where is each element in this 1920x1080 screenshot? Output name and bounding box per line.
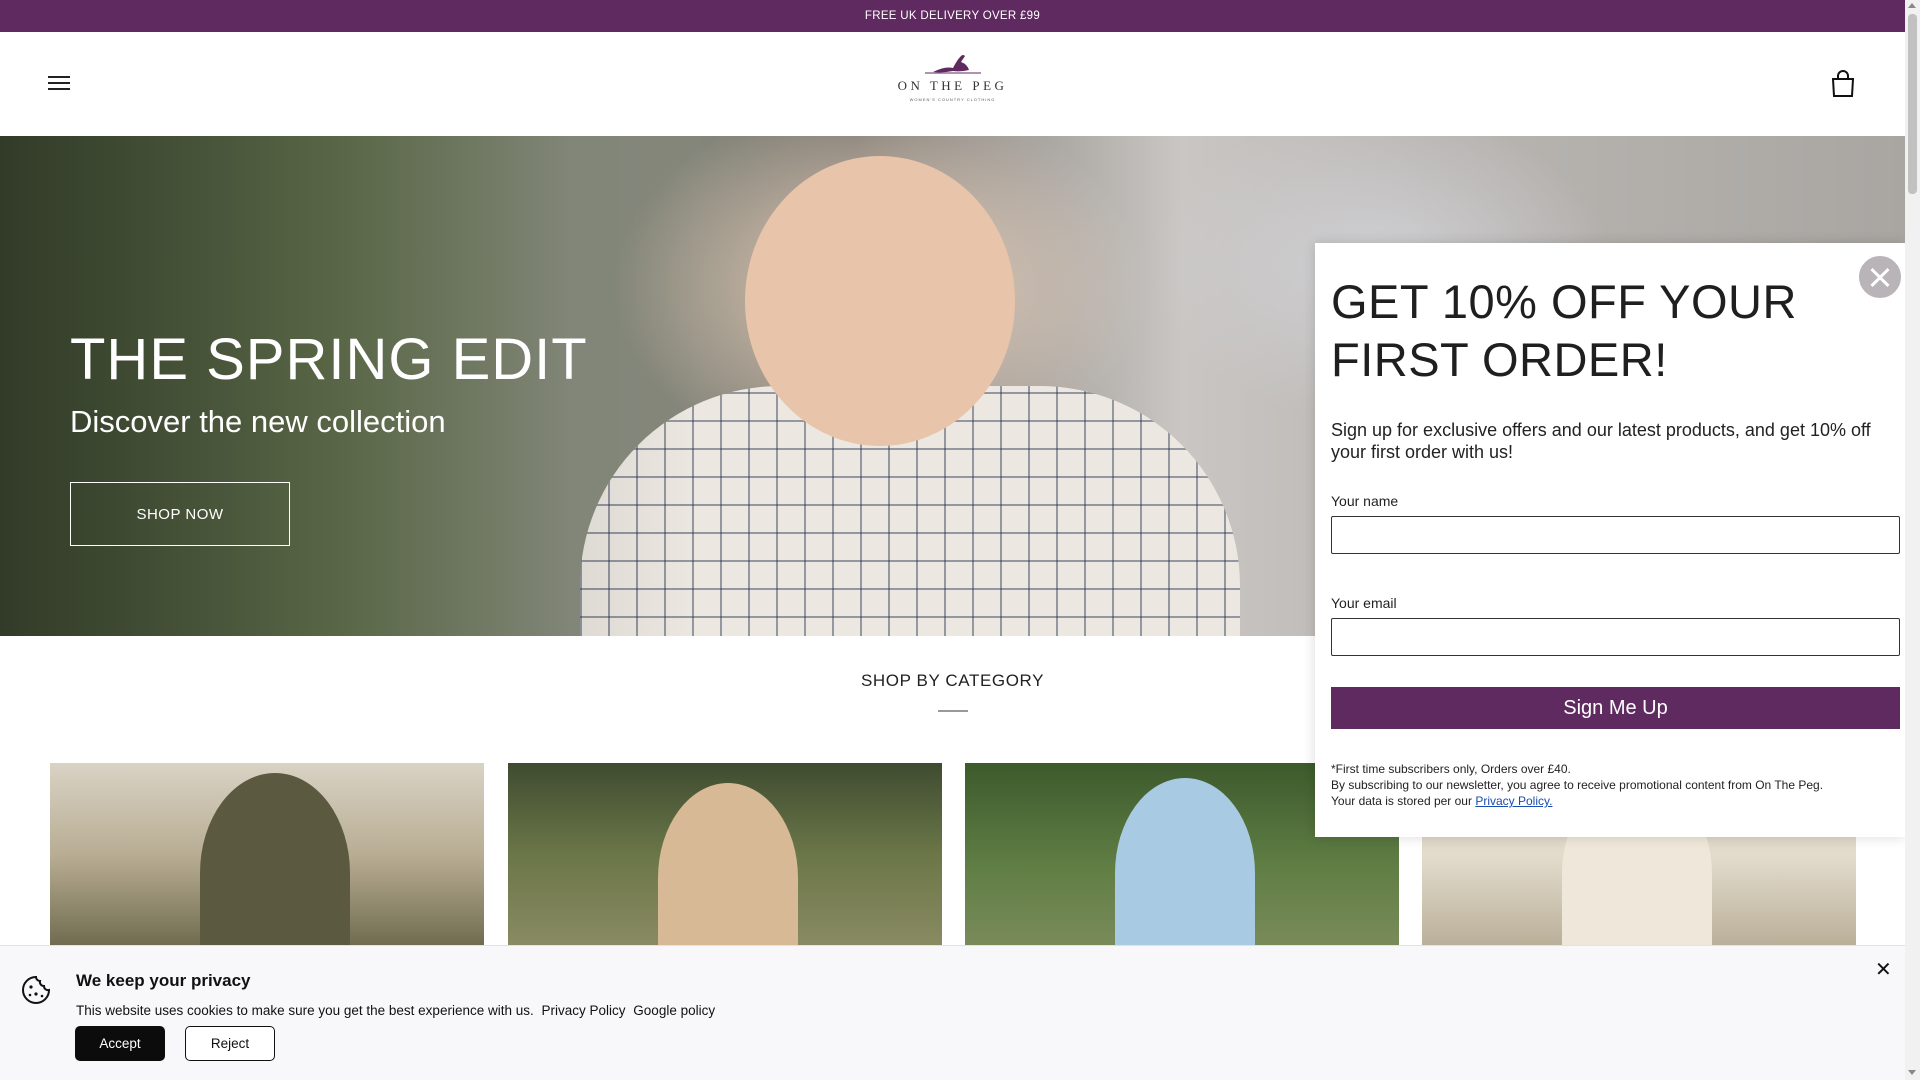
hamburger-menu-icon[interactable]	[48, 72, 76, 96]
category-card-2[interactable]	[508, 763, 942, 948]
hero-image-face	[745, 156, 1015, 446]
hero-subtitle: Discover the new collection	[70, 404, 446, 439]
popup-heading: GET 10% OFF YOUR FIRST ORDER!	[1331, 275, 1797, 386]
announcement-text: FREE UK DELIVERY OVER £99	[864, 10, 1041, 22]
name-field[interactable]	[1331, 516, 1900, 554]
category-divider	[938, 710, 968, 712]
popup-description: Sign up for exclusive offers and our lat…	[1331, 420, 1871, 462]
newsletter-popup: GET 10% OFF YOUR FIRST ORDER! Sign up fo…	[1315, 243, 1905, 837]
close-icon[interactable]	[1857, 254, 1903, 300]
cookie-title: We keep your privacy	[76, 971, 251, 990]
category-card-1[interactable]	[50, 763, 484, 948]
page-scrollbar[interactable]	[1905, 0, 1920, 1080]
email-label: Your email	[1331, 595, 1397, 611]
fine-print-line-3-text: Your data is stored per our	[1331, 794, 1472, 808]
category-image-3	[1115, 778, 1255, 948]
cookie-google-policy-link[interactable]: Google policy	[633, 1003, 715, 1018]
reject-button[interactable]: Reject	[185, 1026, 275, 1061]
announcement-bar: FREE UK DELIVERY OVER £99	[0, 0, 1905, 32]
scroll-down-arrow-icon[interactable]	[1908, 1070, 1916, 1075]
sign-me-up-button[interactable]: Sign Me Up	[1331, 687, 1900, 729]
name-label: Your name	[1331, 493, 1399, 509]
shop-now-button[interactable]: SHOP NOW	[70, 482, 290, 546]
cookie-icon	[22, 975, 51, 1004]
privacy-policy-link[interactable]: Privacy Policy.	[1475, 794, 1552, 808]
logo-subtext: WOMEN'S COUNTRY CLOTHING	[909, 97, 996, 102]
email-field[interactable]	[1331, 618, 1900, 656]
scroll-thumb[interactable]	[1908, 14, 1917, 194]
cookie-message: This website uses cookies to make sure y…	[76, 1003, 534, 1018]
site-logo[interactable]: ON THE PEG WOMEN'S COUNTRY CLOTHING	[888, 50, 1018, 102]
cookie-text: This website uses cookies to make sure y…	[76, 1003, 715, 1018]
scroll-up-arrow-icon[interactable]	[1908, 3, 1916, 8]
popup-fine-print: *First time subscribers only, Orders ove…	[1331, 761, 1901, 809]
cookie-banner: We keep your privacy This website uses c…	[0, 945, 1905, 1080]
cookie-close-icon[interactable]: ✕	[1875, 960, 1892, 980]
hero-title: THE SPRING EDIT	[70, 327, 588, 392]
site-header: ON THE PEG WOMEN'S COUNTRY CLOTHING	[0, 32, 1905, 136]
fine-print-line-2: By subscribing to our newsletter, you ag…	[1331, 778, 1824, 792]
category-image-2	[658, 783, 798, 948]
accept-button[interactable]: Accept	[75, 1026, 165, 1061]
fine-print-line-3: Your data is stored per our Privacy Poli…	[1331, 793, 1901, 809]
shopping-bag-icon[interactable]	[1830, 70, 1856, 98]
pheasant-logo-icon	[924, 55, 981, 74]
logo-text: ON THE PEG	[897, 78, 1008, 93]
fine-print-line-1: *First time subscribers only, Orders ove…	[1331, 762, 1571, 776]
cookie-privacy-policy-link[interactable]: Privacy Policy	[542, 1003, 626, 1018]
category-image-1	[200, 773, 350, 948]
